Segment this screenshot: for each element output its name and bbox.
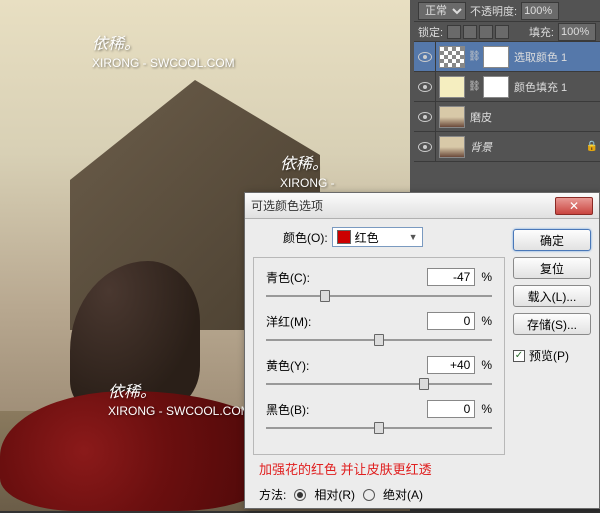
percent-label: % (481, 402, 492, 416)
visibility-toggle[interactable] (414, 132, 436, 161)
radio-absolute[interactable] (363, 489, 375, 501)
slider-label: 黄色(Y): (266, 357, 326, 374)
radio-absolute-label: 绝对(A) (383, 486, 423, 503)
slider-row: 黄色(Y):% (266, 356, 492, 392)
slider-value-input[interactable] (427, 268, 475, 286)
slider-value-input[interactable] (427, 312, 475, 330)
layer-row-selective-color[interactable]: ⛓ 选取颜色 1 (414, 42, 600, 72)
slider-thumb[interactable] (419, 378, 429, 390)
eye-icon (418, 112, 432, 122)
lock-all-icon[interactable] (495, 25, 509, 39)
preview-label: 预览(P) (529, 347, 569, 364)
slider-label: 青色(C): (266, 269, 326, 286)
layers-panel: 正常 不透明度: 锁定: 填充: ⛓ 选取颜色 1 ⛓ 颜色填充 1 磨皮 (414, 0, 600, 200)
opacity-label: 不透明度: (470, 3, 517, 19)
lock-label: 锁定: (418, 24, 443, 40)
percent-label: % (481, 358, 492, 372)
blend-mode-select[interactable]: 正常 (418, 2, 466, 20)
load-button[interactable]: 载入(L)... (513, 285, 591, 307)
color-swatch-icon (337, 230, 351, 244)
mask-thumb-icon (483, 76, 509, 98)
preview-checkbox[interactable]: ✓ (513, 350, 525, 362)
slider-track[interactable] (266, 376, 492, 392)
visibility-toggle[interactable] (414, 72, 436, 101)
dialog-title: 可选颜色选项 (251, 197, 555, 214)
slider-track[interactable] (266, 288, 492, 304)
lock-transparency-icon[interactable] (447, 25, 461, 39)
method-label: 方法: (259, 486, 286, 503)
dialog-titlebar[interactable]: 可选颜色选项 ✕ (245, 193, 599, 219)
annotation-text: 加强花的红色 并让皮肤更红透 (253, 455, 505, 484)
slider-thumb[interactable] (320, 290, 330, 302)
slider-label: 洋红(M): (266, 313, 326, 330)
save-button[interactable]: 存储(S)... (513, 313, 591, 335)
chevron-down-icon: ▼ (409, 232, 418, 242)
layer-row-skin[interactable]: 磨皮 (414, 102, 600, 132)
slider-row: 洋红(M):% (266, 312, 492, 348)
method-row: 方法: 相对(R) 绝对(A) (253, 484, 505, 505)
close-button[interactable]: ✕ (555, 197, 593, 215)
ok-button[interactable]: 确定 (513, 229, 591, 251)
adjustment-thumb-icon (439, 46, 465, 68)
slider-value-input[interactable] (427, 400, 475, 418)
colors-label: 颜色(O): (283, 229, 328, 246)
lock-pixels-icon[interactable] (463, 25, 477, 39)
sliders-group: 青色(C):%洋红(M):%黄色(Y):%黑色(B):% (253, 257, 505, 455)
layers-lock-bar: 锁定: 填充: (414, 22, 600, 42)
percent-label: % (481, 270, 492, 284)
selective-color-dialog: 可选颜色选项 ✕ 颜色(O): 红色 ▼ 青色(C):%洋红(M):%黄色(Y)… (244, 192, 600, 509)
slider-label: 黑色(B): (266, 401, 326, 418)
radio-relative[interactable] (294, 489, 306, 501)
fill-thumb-icon (439, 76, 465, 98)
colors-select[interactable]: 红色 ▼ (332, 227, 423, 247)
cancel-button[interactable]: 复位 (513, 257, 591, 279)
slider-track[interactable] (266, 332, 492, 348)
slider-track[interactable] (266, 420, 492, 436)
fill-input[interactable] (558, 23, 596, 41)
slider-value-input[interactable] (427, 356, 475, 374)
slider-thumb[interactable] (374, 422, 384, 434)
layer-name: 背景 (468, 139, 584, 155)
slider-row: 青色(C):% (266, 268, 492, 304)
watermark-3: 依稀。 XIRONG - SWCOOL.COM (108, 378, 251, 420)
visibility-toggle[interactable] (414, 102, 436, 131)
close-icon: ✕ (569, 199, 579, 213)
selected-color-text: 红色 (355, 229, 405, 246)
lock-position-icon[interactable] (479, 25, 493, 39)
layer-name: 选取颜色 1 (512, 49, 600, 65)
layer-row-color-fill[interactable]: ⛓ 颜色填充 1 (414, 72, 600, 102)
eye-icon (418, 142, 432, 152)
watermark-1: 依稀。 XIRONG - SWCOOL.COM (92, 30, 235, 72)
opacity-input[interactable] (521, 2, 559, 20)
layer-name: 颜色填充 1 (512, 79, 600, 95)
layers-header: 正常 不透明度: (414, 0, 600, 22)
percent-label: % (481, 314, 492, 328)
eye-icon (418, 82, 432, 92)
visibility-toggle[interactable] (414, 42, 436, 71)
slider-row: 黑色(B):% (266, 400, 492, 436)
eye-icon (418, 52, 432, 62)
layer-name: 磨皮 (468, 109, 600, 125)
layer-row-background[interactable]: 背景 🔒 (414, 132, 600, 162)
slider-thumb[interactable] (374, 334, 384, 346)
fill-label: 填充: (529, 24, 554, 40)
mask-thumb-icon (483, 46, 509, 68)
radio-relative-label: 相对(R) (314, 486, 355, 503)
lock-icon: 🔒 (584, 141, 600, 152)
link-icon: ⛓ (468, 51, 480, 62)
link-icon: ⛓ (468, 81, 480, 92)
layer-thumb-icon (439, 136, 465, 158)
layer-thumb-icon (439, 106, 465, 128)
